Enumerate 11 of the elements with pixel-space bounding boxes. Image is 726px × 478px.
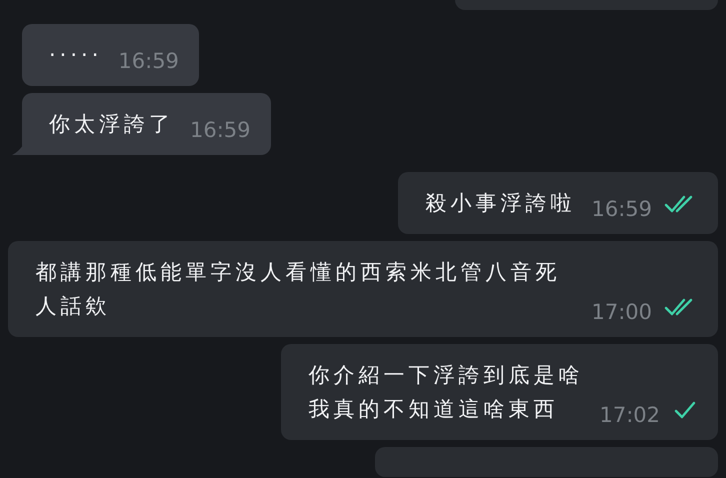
message-text: 殺小事浮誇啦 (425, 190, 576, 217)
message-text: 你太浮誇了 (49, 111, 174, 138)
message-text: 我真的不知道這啥東西 (308, 396, 560, 423)
message-text: 你介紹一下浮誇到底是啥 (308, 362, 584, 389)
message-time: 17:02 (599, 402, 660, 429)
message-time: 16:59 (118, 48, 179, 75)
message-time: 17:00 (591, 299, 652, 326)
message-text: 都講那種低能單字沒人看懂的西索米北管八音死人話欸 (35, 259, 562, 320)
message-text: ····· (49, 42, 102, 69)
message-time: 16:59 (591, 196, 652, 223)
message-time: 16:59 (190, 117, 251, 144)
